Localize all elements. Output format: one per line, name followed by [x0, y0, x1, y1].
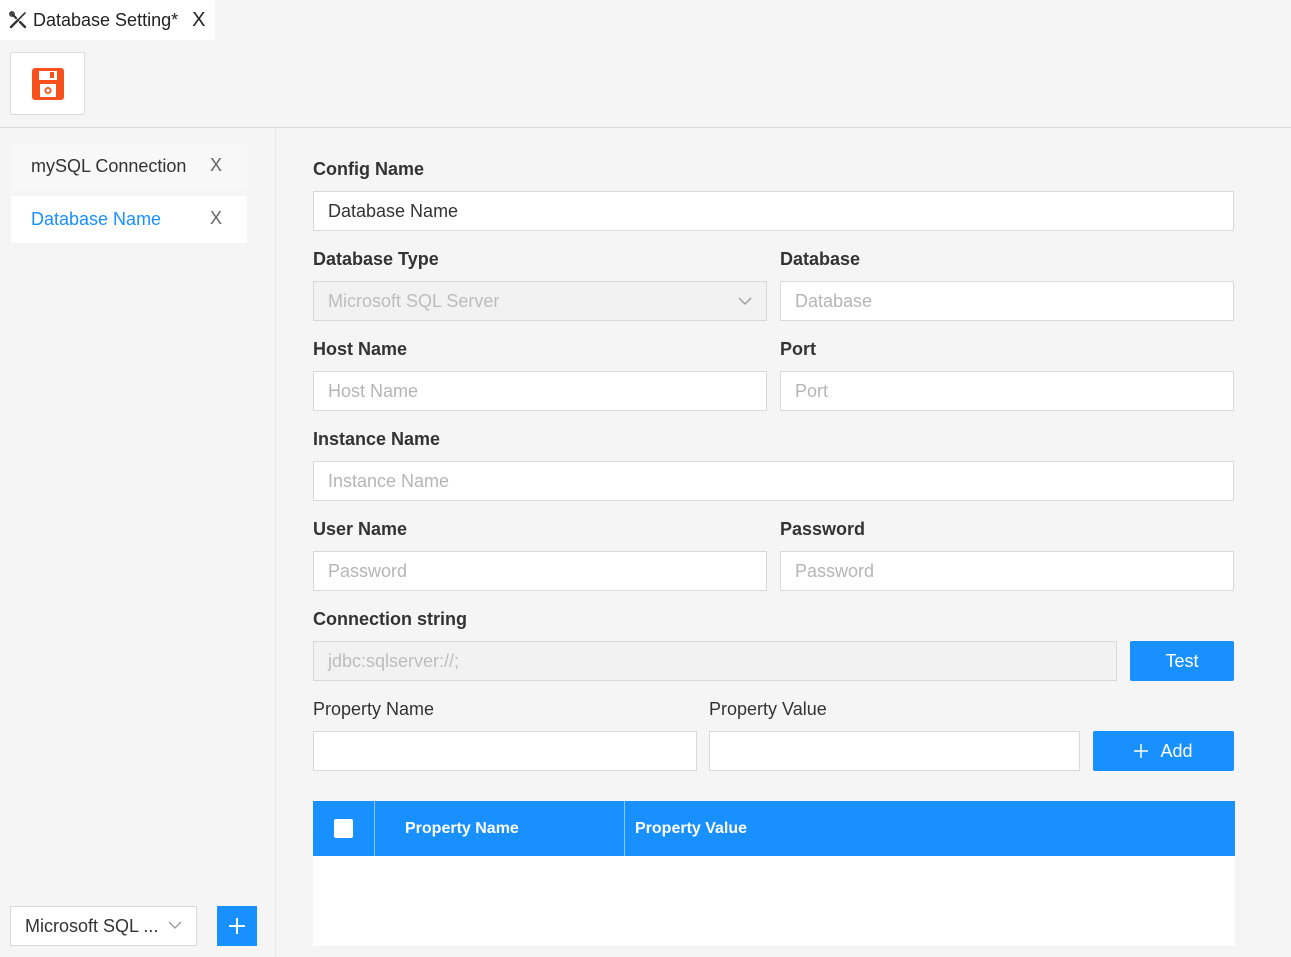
user-name-input[interactable]: Password — [313, 551, 767, 591]
chevron-down-icon — [168, 921, 182, 929]
config-name-label: Config Name — [313, 159, 425, 179]
connection-close-icon[interactable]: X — [210, 208, 222, 229]
test-button[interactable]: Test — [1130, 641, 1234, 681]
database-input[interactable]: Database — [780, 281, 1234, 321]
connection-form: Config Name Database Name Database Type … — [277, 129, 1291, 957]
property-name-input[interactable] — [313, 731, 697, 771]
tab-title: Database Setting* — [33, 9, 179, 30]
add-property-label: Add — [1160, 740, 1193, 761]
database-type-value: Microsoft SQL Server — [328, 290, 500, 311]
tab-close-icon[interactable]: X — [192, 10, 205, 30]
password-input[interactable]: Password — [780, 551, 1234, 591]
password-label: Password — [780, 519, 866, 539]
new-connection-type-value: Microsoft SQL ... — [25, 915, 159, 936]
connection-string-label: Connection string — [313, 609, 467, 629]
plus-icon — [1134, 744, 1149, 758]
save-button[interactable] — [10, 52, 85, 115]
property-value-label: Property Value — [709, 699, 827, 719]
connection-list-panel: mySQL Connection X Database Name X Micro… — [0, 129, 276, 957]
tab-strip: Database Setting* X — [0, 0, 1291, 40]
host-name-label: Host Name — [313, 339, 408, 359]
instance-name-input[interactable]: Instance Name — [313, 461, 1234, 501]
save-icon — [31, 67, 64, 100]
select-all-checkbox[interactable] — [334, 819, 353, 838]
database-label: Database — [780, 249, 861, 269]
property-name-label: Property Name — [313, 699, 435, 719]
new-connection-type-select[interactable]: Microsoft SQL ... — [10, 906, 197, 946]
select-all-cell — [313, 801, 375, 856]
property-table: Property Name Property Value — [313, 801, 1235, 946]
connection-string-input[interactable]: jdbc:sqlserver://; — [313, 641, 1117, 681]
port-input[interactable]: Port — [780, 371, 1234, 411]
property-table-header: Property Name Property Value — [313, 801, 1235, 856]
connection-item-database-name[interactable]: Database Name X — [11, 196, 247, 243]
instance-name-label: Instance Name — [313, 429, 441, 449]
tab-database-setting[interactable]: Database Setting* X — [0, 0, 215, 40]
database-type-label: Database Type — [313, 249, 439, 269]
connection-close-icon[interactable]: X — [210, 155, 222, 176]
property-value-input[interactable] — [709, 731, 1080, 771]
connection-item-label: mySQL Connection — [31, 156, 187, 176]
add-property-button[interactable]: Add — [1093, 731, 1234, 771]
host-name-input[interactable]: Host Name — [313, 371, 767, 411]
wrench-screwdriver-icon — [9, 11, 27, 29]
toolbar — [0, 40, 1291, 128]
add-connection-button[interactable] — [217, 906, 257, 946]
column-header-property-value[interactable]: Property Value — [625, 801, 1235, 856]
connection-item-mysql[interactable]: mySQL Connection X — [11, 143, 247, 190]
column-header-property-name[interactable]: Property Name — [375, 801, 625, 856]
database-type-select[interactable]: Microsoft SQL Server — [313, 281, 767, 321]
config-name-input[interactable]: Database Name — [313, 191, 1234, 231]
port-label: Port — [780, 339, 816, 359]
chevron-down-icon — [738, 297, 752, 305]
plus-icon — [229, 918, 245, 934]
connection-item-label: Database Name — [31, 209, 162, 229]
user-name-label: User Name — [313, 519, 408, 539]
